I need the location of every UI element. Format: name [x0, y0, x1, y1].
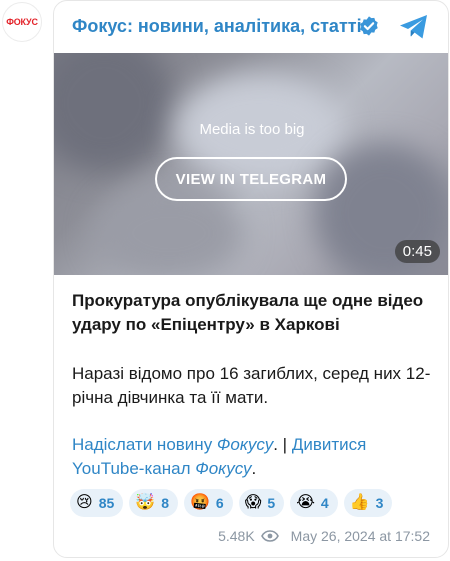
reaction-swearing[interactable]: 🤬 6	[183, 489, 233, 517]
view-count: 5.48K	[218, 528, 255, 544]
reaction-exploding-head[interactable]: 🤯 8	[129, 489, 178, 517]
reaction-count: 4	[320, 495, 329, 511]
reaction-count: 5	[267, 495, 276, 511]
thumbs-up-icon: 👍	[349, 494, 370, 511]
avatar-text: ФОКУС	[6, 17, 38, 27]
channel-title[interactable]: Фокус: новини, аналітика, статті	[72, 16, 362, 37]
link-separator: . |	[273, 435, 292, 454]
send-news-link-prefix: Надіслати новину	[72, 435, 217, 454]
youtube-link-italic: Фокусу	[195, 459, 252, 478]
video-preview[interactable]: Media is too big VIEW IN TELEGRAM 0:45	[54, 53, 448, 275]
view-in-telegram-button[interactable]: VIEW IN TELEGRAM	[155, 157, 347, 201]
post-body: Наразі відомо про 16 загиблих, серед них…	[72, 364, 431, 407]
send-news-link[interactable]: Надіслати новину Фокусу	[72, 435, 273, 454]
post-header: Фокус: новини, аналітика, статті	[54, 1, 448, 53]
reaction-thumbs-up[interactable]: 👍 3	[343, 489, 393, 517]
reaction-sobbing[interactable]: 😭 4	[290, 489, 338, 517]
reaction-count: 8	[161, 495, 169, 511]
eye-icon	[260, 530, 279, 542]
send-news-link-italic: Фокусу	[216, 435, 274, 454]
reaction-crying[interactable]: 😢 85	[70, 489, 124, 517]
post-date: May 26, 2024 at 17:52	[290, 528, 430, 544]
reaction-count: 3	[375, 495, 384, 511]
swearing-face-icon: 🤬	[189, 494, 210, 511]
crying-face-icon: 😢	[76, 494, 93, 511]
reaction-count: 6	[215, 495, 224, 511]
reaction-screaming[interactable]: 😱 5	[238, 489, 285, 517]
exploding-head-icon: 🤯	[135, 494, 156, 511]
post-meta: 5.48K May 26, 2024 at 17:52	[218, 528, 430, 544]
channel-avatar[interactable]: ФОКУС	[2, 2, 42, 42]
post-title: Прокуратура опублікувала ще одне відео у…	[72, 291, 424, 334]
reactions-bar: 😢 85 🤯 8 🤬 6 😱 5 😭 4 👍 3	[70, 489, 393, 519]
media-too-big-notice: Media is too big	[199, 121, 305, 138]
reaction-count: 85	[98, 495, 115, 511]
video-duration: 0:45	[394, 240, 440, 263]
post-card: Фокус: новини, аналітика, статті Media i…	[53, 0, 449, 558]
telegram-icon[interactable]	[398, 13, 430, 41]
post-links: Надіслати новину Фокусу. | Дивитися YouT…	[72, 433, 432, 481]
verified-badge-icon	[360, 16, 378, 36]
link-period: .	[251, 459, 257, 478]
screaming-face-icon: 😱	[244, 494, 262, 511]
sobbing-face-icon: 😭	[296, 494, 315, 511]
